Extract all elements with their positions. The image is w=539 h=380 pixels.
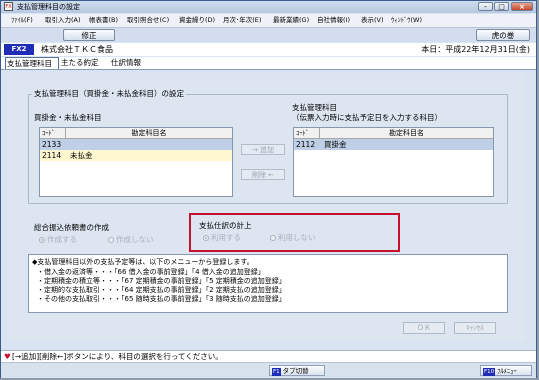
company-name: 株式会社ＴＫＣ食品 xyxy=(41,45,113,54)
radio-create-label: 作成する xyxy=(47,235,77,244)
tab-strip: 支払管理科目 主たる約定 仕訳情報 xyxy=(1,57,536,70)
window-title: 支払管理科目の設定 xyxy=(17,3,80,11)
minimize-button[interactable]: - xyxy=(478,2,493,11)
row-code: 2112 xyxy=(296,140,316,149)
radio-no-use[interactable]: 利用しない xyxy=(270,233,316,243)
info-bar: FX2 株式会社ＴＫＣ食品 本日：平成22年12月31日(金) xyxy=(1,43,536,56)
right-list-title: 支払管理科目 xyxy=(292,103,337,112)
right-col-name: 勘定科目名 xyxy=(389,129,424,137)
today-date: 本日：平成22年12月31日(金) xyxy=(421,45,530,54)
row-name: 未払金 xyxy=(70,151,93,160)
left-list-header: ｺｰﾄﾞ 勘定科目名 xyxy=(40,128,232,139)
section-title: 支払管理科目（買掛金・未払金科目）の設定 xyxy=(32,89,186,99)
f1-tab-switch-button[interactable]: F1 タブ切替 xyxy=(269,365,325,376)
delete-button[interactable]: 削除 ← xyxy=(241,169,285,180)
radio-dot-icon xyxy=(270,235,276,241)
row-code: 2114 xyxy=(42,151,62,160)
cancel-button[interactable]: ｷｬﾝｾﾙ xyxy=(454,322,496,334)
f10-label: ﾌﾙﾒﾆｭｰ xyxy=(497,367,517,375)
toolbar: 修正 虎の巻 xyxy=(1,28,536,42)
notes-line: ・その他の支払取引・・・「65 随時支払の事前登録」「3 随時支払の追加登録」 xyxy=(37,295,286,303)
maximize-button[interactable]: □ xyxy=(494,2,509,11)
list-item[interactable]: 2114 未払金 xyxy=(40,150,232,161)
left-account-list[interactable]: ｺｰﾄﾞ 勘定科目名 2133 2114 未払金 xyxy=(39,127,233,197)
left-list-title: 買掛金・未払金科目 xyxy=(34,113,102,122)
right-list-header: ｺｰﾄﾞ 勘定科目名 xyxy=(294,128,493,139)
menu-file[interactable]: ﾌｧｲﾙ(F) xyxy=(11,14,33,27)
ok-button[interactable]: ＯＫ xyxy=(403,322,445,334)
menu-reports[interactable]: 帳表書(B) xyxy=(89,14,118,27)
radio-use[interactable]: 利用する xyxy=(203,233,241,243)
menu-reconcile[interactable]: 取引照合せ(C) xyxy=(127,14,169,27)
radio-no-use-label: 利用しない xyxy=(278,233,316,242)
edit-button[interactable]: 修正 xyxy=(63,29,115,41)
function-key-bar: F1 タブ切替 F10 ﾌﾙﾒﾆｭｰ xyxy=(1,362,536,378)
tab-main-terms[interactable]: 主たる約定 xyxy=(60,57,108,69)
radio-dot-icon xyxy=(108,237,114,243)
notes-line: ・定期的な支払取引・・・「64 定期支払の事前登録」「2 定期支払の追加登録」 xyxy=(37,286,286,294)
radio-use-label: 利用する xyxy=(211,233,241,242)
close-button[interactable]: × xyxy=(511,2,533,11)
menu-cashflow[interactable]: 資金繰り(D) xyxy=(179,14,215,27)
row-code: 2133 xyxy=(42,140,62,149)
left-col-code: ｺｰﾄﾞ xyxy=(40,128,66,138)
f10-full-menu-button[interactable]: F10 ﾌﾙﾒﾆｭｰ xyxy=(480,365,532,376)
f1-key-badge: F1 xyxy=(272,368,281,376)
right-list-subtitle: （伝票入力時に支払予定日を入力する科目） xyxy=(292,113,442,122)
radio-no-create-label: 作成しない xyxy=(116,235,154,244)
menu-latest-results[interactable]: 最新業績(G) xyxy=(273,14,309,27)
app-icon: FX xyxy=(4,2,13,11)
radio-dot-icon xyxy=(203,235,209,241)
notes-line: ・借入金の返済等・・・「66 借入金の事前登録」「4 借入金の追加登録」 xyxy=(37,268,265,276)
right-col-code: ｺｰﾄﾞ xyxy=(294,128,320,138)
row-name: 買掛金 xyxy=(324,140,347,149)
content-panel: 支払管理科目（買掛金・未払金科目）の設定 買掛金・未払金科目 ｺｰﾄﾞ 勘定科目… xyxy=(8,73,525,341)
tab-payment-accounts[interactable]: 支払管理科目 xyxy=(5,57,59,69)
heart-icon: ♥ xyxy=(4,352,11,361)
app-window: FX 支払管理科目の設定 - □ × ﾌｧｲﾙ(F) 取引入力(A) 帳表書(B… xyxy=(0,0,537,378)
menu-company-info[interactable]: 自社情報(I) xyxy=(317,14,350,27)
menu-monthly-yearly[interactable]: 月次･年次(E) xyxy=(223,14,261,27)
list-item[interactable]: 2133 xyxy=(40,139,232,150)
tab-journal-info[interactable]: 仕訳情報 xyxy=(110,57,154,69)
menu-transaction-entry[interactable]: 取引入力(A) xyxy=(45,14,81,27)
f10-key-badge: F10 xyxy=(483,368,496,376)
menu-bar: ﾌｧｲﾙ(F) 取引入力(A) 帳表書(B) 取引照合せ(C) 資金繰り(D) … xyxy=(1,14,536,28)
tora-no-maki-button[interactable]: 虎の巻 xyxy=(476,29,530,41)
right-account-list[interactable]: ｺｰﾄﾞ 勘定科目名 2112 買掛金 xyxy=(293,127,494,197)
left-col-name: 勘定科目名 xyxy=(131,129,167,137)
radio-dot-icon xyxy=(39,237,45,243)
radio-no-create[interactable]: 作成しない xyxy=(108,235,154,245)
journal-title: 支払仕訳の計上 xyxy=(199,221,252,230)
f1-label: タブ切替 xyxy=(282,367,309,375)
status-message: [→追加][削除←]ボタンにより、科目の選択を行ってください。 xyxy=(12,352,223,361)
title-bar: FX 支払管理科目の設定 - □ × xyxy=(1,1,536,13)
notes-box: ◆支払管理科目以外の支払予定等は、以下のメニューから登録します。 ・借入金の返済… xyxy=(28,254,508,313)
notes-line: ・定期積金の積立等・・・「67 定期積金の事前登録」「5 定期積金の追加登録」 xyxy=(37,277,286,285)
list-item[interactable]: 2112 買掛金 xyxy=(294,139,493,150)
menu-window[interactable]: ｳｨﾝﾄﾞｳ(W) xyxy=(391,14,422,27)
radio-create[interactable]: 作成する xyxy=(39,235,77,245)
consolidated-title: 総合振込依頼書の作成 xyxy=(34,223,109,232)
notes-line: ◆支払管理科目以外の支払予定等は、以下のメニューから登録します。 xyxy=(32,258,254,266)
menu-view[interactable]: 表示(V) xyxy=(361,14,384,27)
status-bar: ♥ [→追加][削除←]ボタンにより、科目の選択を行ってください。 xyxy=(1,350,536,362)
fx2-badge: FX2 xyxy=(4,44,34,55)
add-button[interactable]: → 追加 xyxy=(241,144,285,155)
